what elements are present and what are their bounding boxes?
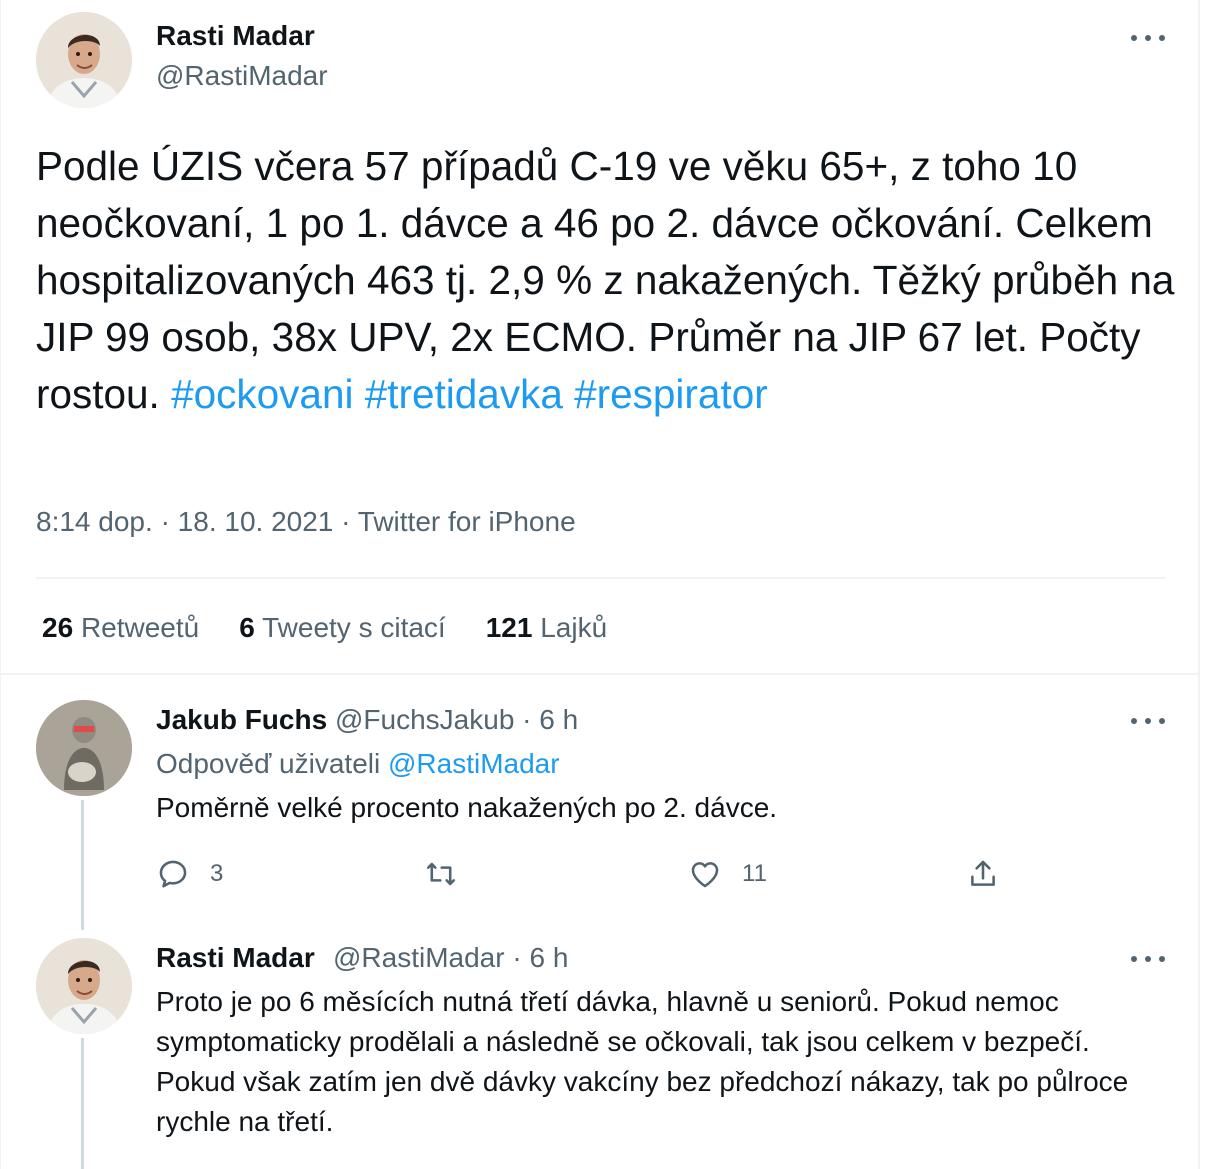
replying-to: Odpověď uživateli @RastiMadar xyxy=(156,748,560,780)
reply-author-avatar[interactable] xyxy=(36,700,132,796)
author-handle[interactable]: @RastiMadar xyxy=(156,60,328,92)
hashtag-ockovani[interactable]: #ockovani xyxy=(171,371,353,417)
reply-author-avatar[interactable] xyxy=(36,938,132,1034)
meta-separator: · xyxy=(160,506,170,537)
reply-author-name[interactable]: Rasti Madar xyxy=(156,942,315,974)
share-button[interactable] xyxy=(966,852,1000,896)
header-separator: · xyxy=(522,704,532,735)
reply-actions: 3 11 xyxy=(156,852,1016,896)
share-icon xyxy=(971,860,995,886)
meta-separator: · xyxy=(341,506,351,537)
more-options-icon[interactable] xyxy=(1131,31,1165,45)
replying-to-handle[interactable]: @RastiMadar xyxy=(388,748,560,779)
retweet-button[interactable] xyxy=(424,852,478,896)
more-options-icon[interactable] xyxy=(1131,714,1165,728)
reply-button[interactable]: 3 xyxy=(156,852,223,896)
reply-author-handle[interactable]: @RastiMadar xyxy=(333,942,505,973)
likes-count: 121 xyxy=(485,612,533,643)
reply-header: @FuchsJakub · 6 h xyxy=(335,704,578,736)
retweets-label: Retweetů xyxy=(80,612,200,643)
hashtag-tretidavka[interactable]: #tretidavka xyxy=(365,371,563,417)
reply-author-handle[interactable]: @FuchsJakub xyxy=(335,704,514,735)
tweet-source[interactable]: Twitter for iPhone xyxy=(358,506,576,537)
tweet-date[interactable]: 18. 10. 2021 xyxy=(178,506,334,537)
replying-to-label: Odpověď uživateli xyxy=(156,748,381,779)
thread-line xyxy=(81,1038,84,1169)
reply-icon xyxy=(159,860,187,888)
reply-text: Proto je po 6 měsících nutná třetí dávka… xyxy=(156,986,1129,1137)
reply-author-name[interactable]: Jakub Fuchs xyxy=(156,704,327,736)
reply-count: 3 xyxy=(210,860,224,887)
tweet-time[interactable]: 8:14 dop. xyxy=(36,506,153,537)
quotes-label: Tweety s citací xyxy=(262,612,446,643)
retweet-icon xyxy=(426,862,456,886)
hashtag-respirator[interactable]: #respirator xyxy=(574,371,768,417)
reply-time[interactable]: 6 h xyxy=(539,704,578,735)
header-separator: · xyxy=(512,942,522,973)
likes-label: Lajků xyxy=(540,612,608,643)
reply-text: Poměrně velké procento nakažených po 2. … xyxy=(156,792,778,823)
avatar-photo xyxy=(36,938,132,1034)
like-count: 11 xyxy=(742,860,767,887)
reply-time[interactable]: 6 h xyxy=(529,942,568,973)
author-avatar[interactable] xyxy=(36,12,132,108)
tweet-stats: 26 Retweetů 6 Tweety s citací 121 Lajků xyxy=(42,612,607,644)
divider xyxy=(0,673,1200,675)
tweet-text: Podle ÚZIS včera 57 případů C-19 ve věku… xyxy=(36,138,1186,423)
like-icon xyxy=(691,862,719,888)
retweets-count: 26 xyxy=(42,612,74,643)
quotes-stat[interactable]: 6 Tweety s citací xyxy=(239,612,445,644)
avatar-photo xyxy=(36,700,132,796)
quotes-count: 6 xyxy=(239,612,255,643)
author-name[interactable]: Rasti Madar xyxy=(156,20,315,52)
reply-header: @RastiMadar · 6 h xyxy=(333,942,568,974)
likes-stat[interactable]: 121 Lajků xyxy=(486,612,607,644)
tweet-meta: 8:14 dop. · 18. 10. 2021 · Twitter for i… xyxy=(36,506,576,538)
avatar-photo xyxy=(36,12,132,108)
thread-line xyxy=(81,800,84,930)
retweets-stat[interactable]: 26 Retweetů xyxy=(42,612,199,644)
more-options-icon[interactable] xyxy=(1131,952,1165,966)
like-button[interactable]: 11 xyxy=(688,852,767,896)
divider xyxy=(36,577,1166,579)
